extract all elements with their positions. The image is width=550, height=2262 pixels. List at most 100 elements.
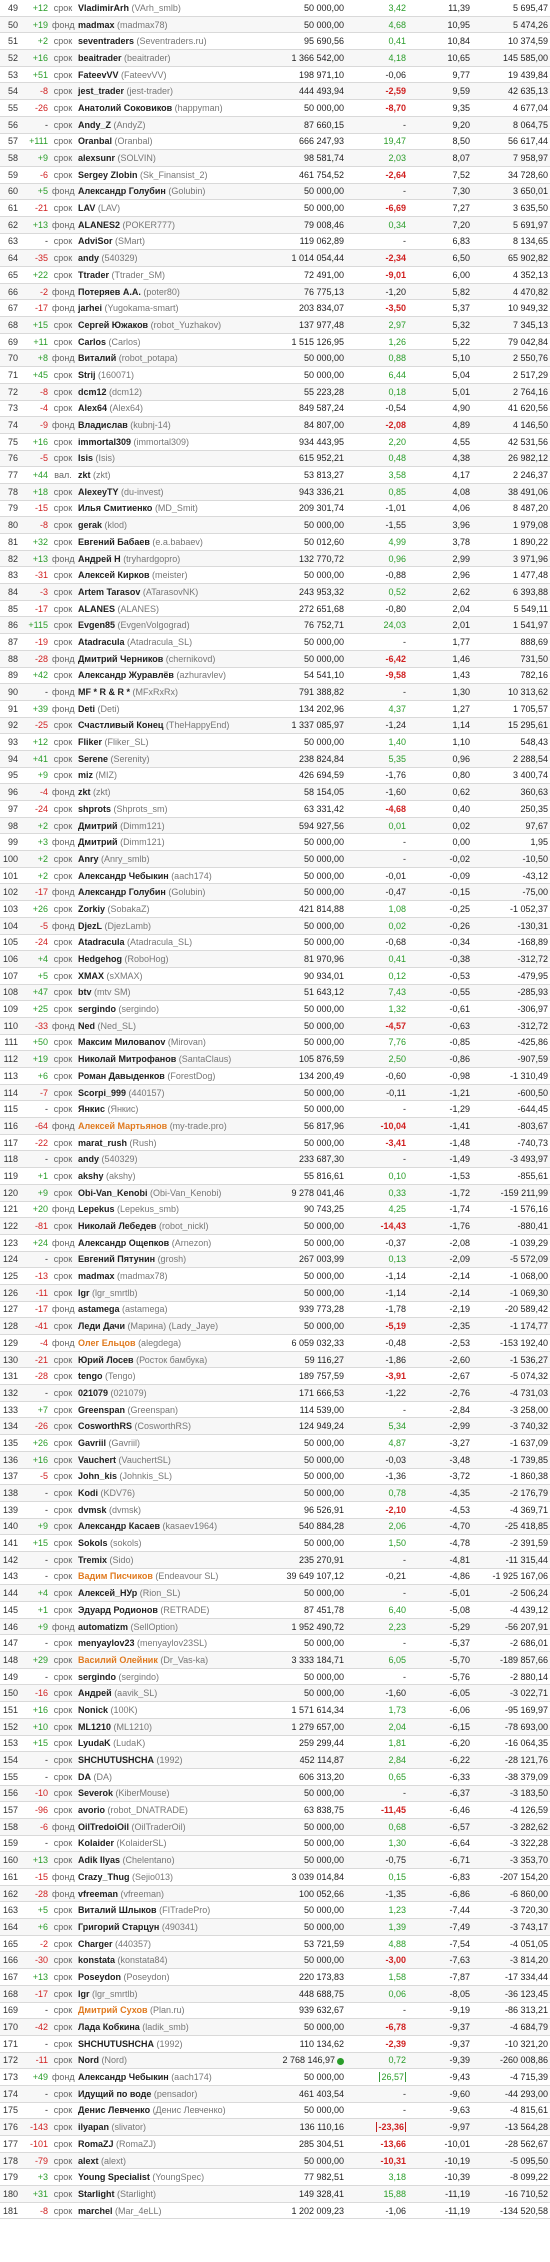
participant-name-link[interactable]: Ttrader (78, 270, 109, 280)
participant-cell[interactable]: Олег Ельцов (alegdega) (76, 1338, 262, 1348)
participant-name-link[interactable]: miz (78, 770, 93, 780)
participant-cell[interactable]: OilTredoiOil (OilTraderOil) (76, 1822, 262, 1832)
participant-name-link[interactable]: Fliker (78, 737, 102, 747)
participant-name-link[interactable]: Николай Митрофанов (78, 1054, 176, 1064)
participant-name-link[interactable]: Alex64 (78, 403, 107, 413)
participant-name-link[interactable]: Анатолий Соковиков (78, 103, 172, 113)
participant-name-link[interactable]: Starlight (78, 2189, 115, 2199)
participant-cell[interactable]: Ttrader (Ttrader_SM) (76, 270, 262, 280)
participant-cell[interactable]: Deti (Deti) (76, 704, 262, 714)
participant-name-link[interactable]: vfreeman (78, 1889, 118, 1899)
participant-name-link[interactable]: Янкис (78, 1104, 105, 1114)
participant-cell[interactable]: Александр Голубин (Golubin) (76, 887, 262, 897)
participant-cell[interactable]: zkt (zkt) (76, 787, 262, 797)
participant-cell[interactable]: ALANES2 (POKER777) (76, 220, 262, 230)
participant-cell[interactable]: Greenspan (Greenspan) (76, 1405, 262, 1415)
participant-name-link[interactable]: shprots (78, 804, 111, 814)
participant-name-link[interactable]: Алексей Кирков (78, 570, 149, 580)
participant-name-link[interactable]: madmax (78, 20, 115, 30)
participant-name-link[interactable]: MF * R & R * (78, 687, 130, 697)
participant-cell[interactable]: Ned (Ned_SL) (76, 1021, 262, 1031)
participant-cell[interactable]: AdviSor (SMart) (76, 236, 262, 246)
participant-name-link[interactable]: marchel (78, 2206, 113, 2216)
participant-cell[interactable]: Евгений Пятунин (grosh) (76, 1254, 262, 1264)
participant-cell[interactable]: LyudaK (LudaK) (76, 1738, 262, 1748)
participant-name-link[interactable]: Роман Давыденков (78, 1071, 165, 1081)
participant-name-link[interactable]: Scorpi_999 (78, 1088, 126, 1098)
participant-name-link[interactable]: Лада Кобкина (78, 2022, 140, 2032)
participant-name-link[interactable]: Nord (78, 2055, 99, 2065)
participant-name-link[interactable]: Greenspan (78, 1405, 125, 1415)
participant-cell[interactable]: Идущий по воде (pensador) (76, 2089, 262, 2099)
participant-cell[interactable]: Gavriil (Gavriil) (76, 1438, 262, 1448)
participant-cell[interactable]: ML1210 (ML1210) (76, 1722, 262, 1732)
participant-cell[interactable]: Дмитрий Черников (chernikovd) (76, 654, 262, 664)
participant-cell[interactable]: Дмитрий (Dimm121) (76, 837, 262, 847)
participant-cell[interactable]: Fliker (Fliker_SL) (76, 737, 262, 747)
participant-name-link[interactable]: Poseydon (78, 1972, 121, 1982)
participant-cell[interactable]: ALANES (ALANES) (76, 604, 262, 614)
participant-cell[interactable]: jarhei (Yugokama-smart) (76, 303, 262, 313)
participant-name-link[interactable]: Дмитрий (78, 837, 118, 847)
participant-name-link[interactable]: madmax (78, 1271, 115, 1281)
participant-name-link[interactable]: Андрей Н (78, 554, 121, 564)
participant-name-link[interactable]: Александр Журавлёв (78, 670, 174, 680)
participant-cell[interactable]: andy (540329) (76, 253, 262, 263)
participant-name-link[interactable]: Григорий Старцун (78, 1922, 159, 1932)
participant-cell[interactable]: Evgen85 (EvgenVolgograd) (76, 620, 262, 630)
participant-cell[interactable]: Илья Смитиенко (MD_Smit) (76, 503, 262, 513)
participant-cell[interactable]: madmax (madmax78) (76, 20, 262, 30)
participant-cell[interactable]: SHCHUTUSHCHA (1992) (76, 2039, 262, 2049)
participant-cell[interactable]: Alex64 (Alex64) (76, 403, 262, 413)
participant-cell[interactable]: Андрей Н (tryhardgopro) (76, 554, 262, 564)
participant-cell[interactable]: Andy_Z (AndyZ) (76, 120, 262, 130)
participant-name-link[interactable]: akshy (78, 1171, 104, 1181)
participant-cell[interactable]: Adik Ilyas (Chelentano) (76, 1855, 262, 1865)
participant-cell[interactable]: Poseydon (Poseydon) (76, 1972, 262, 1982)
participant-cell[interactable]: Владислав (kubnj-14) (76, 420, 262, 430)
participant-name-link[interactable]: Gavriil (78, 1438, 106, 1448)
participant-name-link[interactable]: Счастливый Конец (78, 720, 163, 730)
participant-name-link[interactable]: Oranbal (78, 136, 112, 146)
participant-cell[interactable]: beaitrader (beaitrader) (76, 53, 262, 63)
participant-cell[interactable]: John_kis (Johnkis_SL) (76, 1471, 262, 1481)
participant-cell[interactable]: Алексей Кирков (meister) (76, 570, 262, 580)
participant-cell[interactable]: madmax (madmax78) (76, 1271, 262, 1281)
participant-cell[interactable]: immortal309 (immortal309) (76, 437, 262, 447)
participant-cell[interactable]: Янкис (Янкис) (76, 1104, 262, 1114)
participant-cell[interactable]: vfreeman (vfreeman) (76, 1889, 262, 1899)
participant-cell[interactable]: miz (MIZ) (76, 770, 262, 780)
participant-cell[interactable]: Александр Журавлёв (azhuravlev) (76, 670, 262, 680)
participant-name-link[interactable]: Алексей_НУр (78, 1588, 137, 1598)
participant-name-link[interactable]: Ned (78, 1021, 95, 1031)
participant-name-link[interactable]: AlexeyTY (78, 487, 119, 497)
participant-cell[interactable]: Василий Олейник (Dr_Vas-ka) (76, 1655, 262, 1665)
participant-name-link[interactable]: Kolaider (78, 1838, 114, 1848)
participant-name-link[interactable]: Александр Ощепков (78, 1238, 169, 1248)
participant-name-link[interactable]: tengo (78, 1371, 103, 1381)
participant-cell[interactable]: Zorkiy (SobakaZ) (76, 904, 262, 914)
participant-cell[interactable]: zkt (zkt) (76, 470, 262, 480)
participant-name-link[interactable]: Adik Ilyas (78, 1855, 120, 1865)
participant-cell[interactable]: Николай Лебедев (robot_nickl) (76, 1221, 262, 1231)
participant-name-link[interactable]: Олег Ельцов (78, 1338, 136, 1348)
participant-cell[interactable]: Scorpi_999 (440157) (76, 1088, 262, 1098)
participant-cell[interactable]: Александр Ощепков (Arnezon) (76, 1238, 262, 1248)
participant-name-link[interactable]: Андрей (78, 1688, 112, 1698)
participant-cell[interactable]: Sergey Zlobin (Sk_Finansist_2) (76, 170, 262, 180)
participant-name-link[interactable]: Максим Миловanov (78, 1037, 165, 1047)
participant-name-link[interactable]: DjezL (78, 921, 102, 931)
participant-name-link[interactable]: Леди Дачи (78, 1321, 125, 1331)
participant-name-link[interactable]: Алексей Мартьянов (78, 1121, 167, 1131)
participant-name-link[interactable]: LAV (78, 203, 95, 213)
participant-cell[interactable]: Carlos (Carlos) (76, 337, 262, 347)
participant-name-link[interactable]: ALANES (78, 604, 115, 614)
participant-name-link[interactable]: DA (78, 1772, 91, 1782)
participant-cell[interactable]: Максим Миловanov (Mirovan) (76, 1037, 262, 1047)
participant-cell[interactable]: Виталий Шлыков (FITradePro) (76, 1905, 262, 1915)
participant-cell[interactable]: btv (mtv SM) (76, 987, 262, 997)
participant-cell[interactable]: marchel (Mar_4eLL) (76, 2206, 262, 2216)
participant-name-link[interactable]: Carlos (78, 337, 106, 347)
participant-cell[interactable]: Лада Кобкина (ladik_smb) (76, 2022, 262, 2032)
participant-cell[interactable]: Tremix (Sido) (76, 1555, 262, 1565)
